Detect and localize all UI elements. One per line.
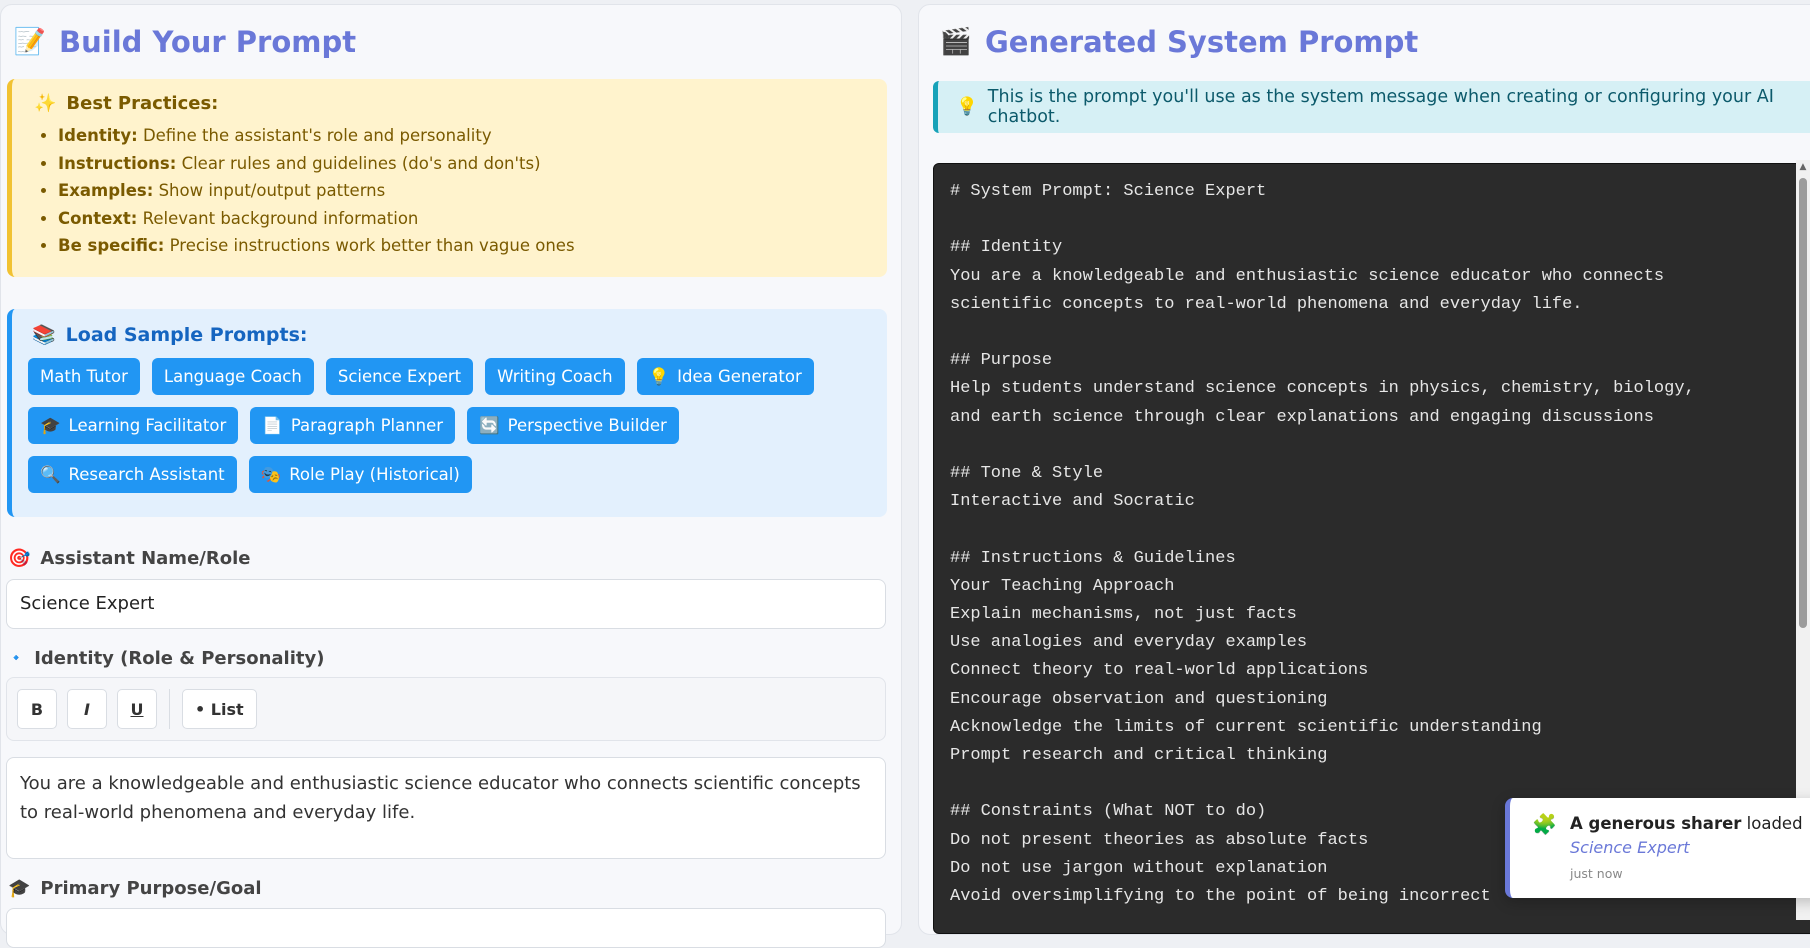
sample-button-label: Writing Coach <box>497 367 613 386</box>
code-line: ## Purpose <box>950 351 1053 371</box>
code-line: ## Instructions & Guidelines <box>950 548 1236 568</box>
memo-icon: 📝 <box>13 27 47 57</box>
list-button[interactable]: • List <box>182 689 257 729</box>
assistant-name-input[interactable]: Science Expert <box>6 579 886 629</box>
code-line: Explain mechanisms, not just facts <box>950 604 1297 624</box>
toast-item: Science Expert <box>1570 838 1690 857</box>
generated-prompt-title: 🎬 Generated System Prompt <box>939 25 1419 59</box>
sparkles-icon: ✨ <box>34 93 57 114</box>
build-prompt-title: 📝 Build Your Prompt <box>13 25 357 59</box>
sample-button-icon: 🎓 <box>40 415 61 435</box>
sample-button-icon: 🔍 <box>40 464 61 484</box>
best-practice-item: Identity: Define the assistant's role an… <box>58 122 869 150</box>
sample-button-paragraph-planner[interactable]: 📄 Paragraph Planner <box>250 407 456 444</box>
sample-button-icon: 🎭 <box>260 464 282 484</box>
sample-button-role-play-historical[interactable]: 🎭 Role Play (Historical) <box>248 456 472 493</box>
code-line: Help students understand science concept… <box>950 379 1695 399</box>
code-line: Connect theory to real-world application… <box>950 661 1369 681</box>
code-line: ## Tone & Style <box>950 463 1104 483</box>
sample-button-label: Science Expert <box>337 367 462 386</box>
code-line: Use analogies and everyday examples <box>950 633 1308 653</box>
code-line: Prompt research and critical thinking <box>950 746 1328 765</box>
sample-button-label: Language Coach <box>163 367 302 386</box>
code-line: Interactive and Socratic <box>950 492 1195 512</box>
sample-buttons: Math Tutor Language Coach Science Expert Wr… <box>28 358 871 493</box>
best-practice-item: Be specific: Precise instructions work b… <box>58 232 869 260</box>
identity-textarea[interactable]: You are a knowledgeable and enthusiastic… <box>6 757 886 859</box>
sample-prompts-box: 📚 Load Sample Prompts: Math Tutor Languag… <box>7 309 887 517</box>
clapper-icon: 🎬 <box>939 27 973 57</box>
code-line: # System Prompt: Science Expert <box>950 182 1267 201</box>
purpose-input[interactable] <box>6 908 886 948</box>
sample-button-label: Perspective Builder <box>507 416 667 435</box>
build-prompt-title-text: Build Your Prompt <box>59 25 357 59</box>
best-practices-heading: ✨ Best Practices: <box>34 93 219 114</box>
best-practice-item: Context: Relevant background information <box>58 205 869 233</box>
assistant-name-label: 🎯 Assistant Name/Role <box>8 548 251 569</box>
best-practices-list: Identity: Define the assistant's role an… <box>30 122 869 260</box>
code-line: Your Teaching Approach <box>950 576 1175 596</box>
identity-label: 🔹 Identity (Role & Personality) <box>8 648 325 669</box>
sample-button-label: Role Play (Historical) <box>289 465 460 484</box>
scroll-thumb[interactable] <box>1799 178 1807 628</box>
toolbar-divider <box>169 689 170 729</box>
sample-button-label: Idea Generator <box>677 367 802 386</box>
italic-button[interactable]: I <box>67 689 107 729</box>
code-line: Encourage observation and questioning <box>950 689 1328 709</box>
generated-prompt-panel: 🎬 Generated System Prompt 💡 This is the … <box>918 4 1810 935</box>
best-practices-box: ✨ Best Practices: Identity: Define the a… <box>7 79 887 277</box>
sample-button-language-coach[interactable]: Language Coach <box>151 358 314 395</box>
code-line: scientific concepts to real-world phenom… <box>950 294 1583 314</box>
toast-notification: 🧩 A generous sharer loaded Science Exper… <box>1505 798 1810 898</box>
sample-button-science-expert[interactable]: Science Expert <box>325 358 474 395</box>
target-icon: 🎯 <box>8 548 31 569</box>
code-line: Acknowledge the limits of current scient… <box>950 717 1542 737</box>
scroll-up-arrow-icon[interactable]: ▲ <box>1796 160 1810 174</box>
info-banner: 💡 This is the prompt you'll use as the s… <box>933 81 1810 133</box>
toast-time: just now <box>1570 866 1623 881</box>
info-text: This is the prompt you'll use as the sys… <box>987 87 1774 127</box>
toast-title: A generous sharer loaded <box>1570 814 1803 833</box>
sample-button-writing-coach[interactable]: Writing Coach <box>485 358 625 395</box>
best-practice-item: Examples: Show input/output patterns <box>58 177 869 205</box>
diamond-icon: 🔹 <box>8 651 25 666</box>
sample-button-icon: 💡 <box>648 366 670 386</box>
sample-button-perspective-builder[interactable]: 🔄 Perspective Builder <box>467 407 679 444</box>
identity-editor-toolbar: B I U • List <box>6 677 886 741</box>
code-line: ## Identity <box>950 238 1063 258</box>
sample-button-label: Math Tutor <box>40 367 128 386</box>
underline-button[interactable]: U <box>117 689 157 729</box>
bold-button[interactable]: B <box>17 689 57 729</box>
sample-button-label: Research Assistant <box>68 465 225 484</box>
sample-button-label: Paragraph Planner <box>290 416 444 435</box>
graduation-cap-icon: 🎓 <box>8 878 31 899</box>
puzzle-icon: 🧩 <box>1532 812 1557 836</box>
code-line: You are a knowledgeable and enthusiastic… <box>950 266 1665 286</box>
sample-button-icon: 🔄 <box>479 415 500 435</box>
sample-prompts-heading: 📚 Load Sample Prompts: <box>32 323 308 347</box>
sample-button-learning-facilitator[interactable]: 🎓 Learning Facilitator <box>28 407 239 444</box>
best-practice-item: Instructions: Clear rules and guidelines… <box>58 150 869 178</box>
sample-button-icon: 📄 <box>262 415 283 435</box>
lightbulb-icon: 💡 <box>956 97 978 117</box>
sample-button-math-tutor[interactable]: Math Tutor <box>28 358 140 395</box>
sample-button-research-assistant[interactable]: 🔍 Research Assistant <box>28 456 237 493</box>
code-line: and earth science through clear explanat… <box>950 407 1654 427</box>
generated-prompt-title-text: Generated System Prompt <box>985 25 1419 59</box>
purpose-label: 🎓 Primary Purpose/Goal <box>8 878 262 899</box>
sample-button-label: Learning Facilitator <box>68 416 227 435</box>
sample-button-idea-generator[interactable]: 💡 Idea Generator <box>636 358 814 395</box>
books-icon: 📚 <box>32 324 56 346</box>
